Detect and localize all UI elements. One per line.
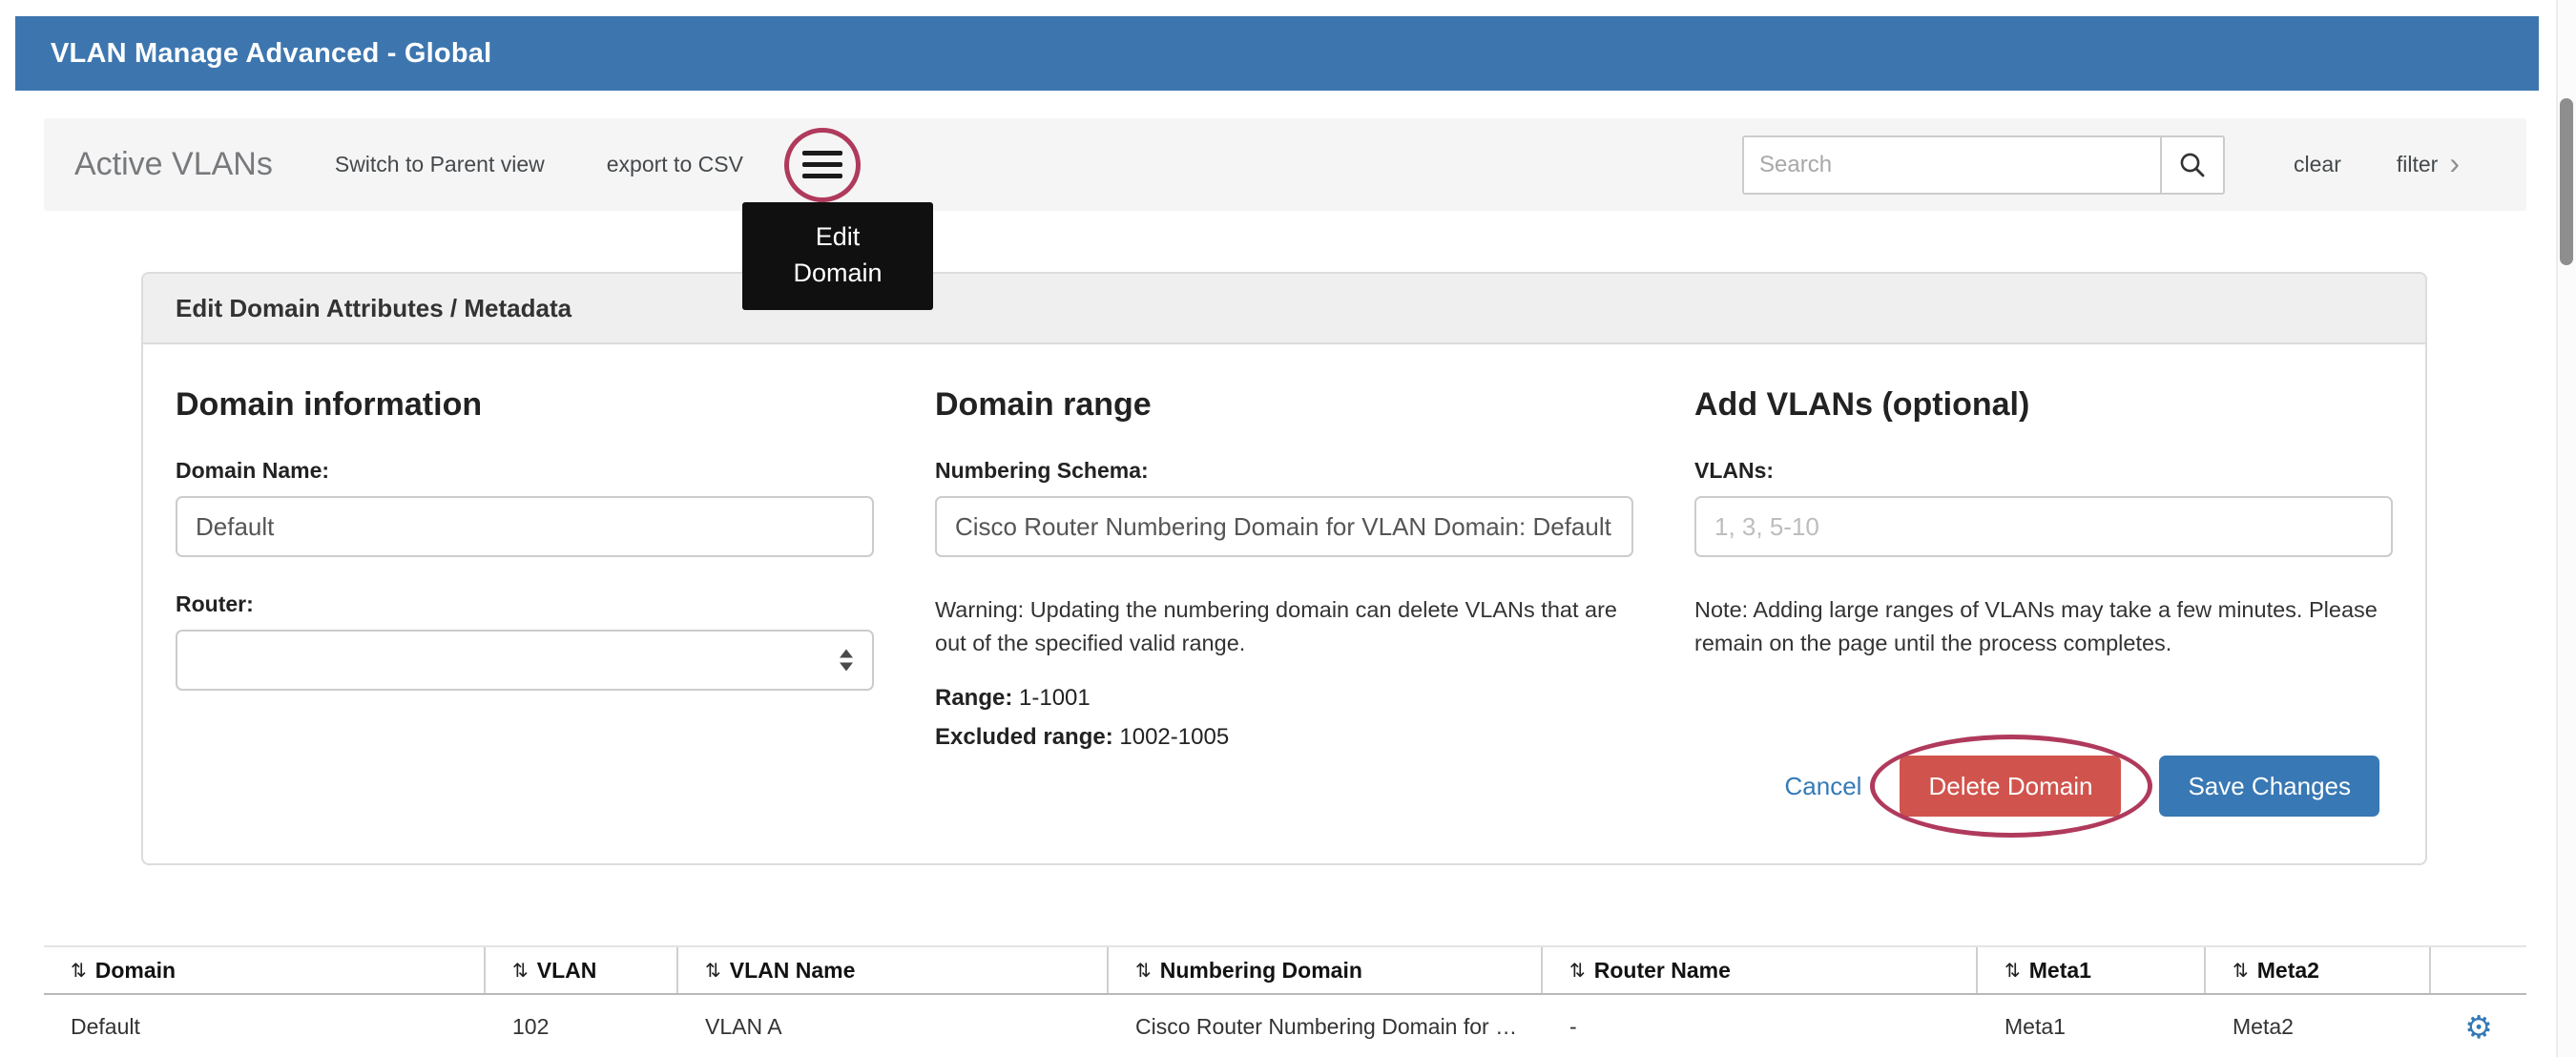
edit-domain-tooltip: Edit Domain: [742, 202, 933, 310]
toolbar: Active VLANs Switch to Parent view expor…: [44, 118, 2526, 211]
cancel-link[interactable]: Cancel: [1785, 772, 1862, 801]
column-header-vlan[interactable]: ⇅ VLAN: [486, 947, 678, 993]
numbering-schema-input[interactable]: [935, 496, 1633, 557]
sort-icon: ⇅: [2233, 959, 2249, 983]
sort-icon: ⇅: [705, 959, 721, 983]
gear-icon[interactable]: ⚙: [2464, 1011, 2493, 1043]
range-label: Range:: [935, 685, 1012, 711]
clear-link[interactable]: clear: [2294, 152, 2341, 177]
delete-domain-button[interactable]: Delete Domain: [1900, 756, 2121, 817]
cell-meta2: Meta2: [2206, 1014, 2431, 1040]
range-value: 1-1001: [1019, 685, 1091, 711]
search-icon: [2178, 151, 2207, 179]
column-header-meta2[interactable]: ⇅ Meta2: [2206, 947, 2431, 993]
edit-domain-menu-button[interactable]: [802, 151, 842, 178]
scrollbar-thumb[interactable]: [2560, 98, 2573, 265]
column-header-numbering-domain[interactable]: ⇅ Numbering Domain: [1109, 947, 1543, 993]
cell-domain: Default: [44, 1014, 486, 1040]
filter-link[interactable]: filter ›: [2397, 150, 2460, 180]
cell-vlan-name: VLAN A: [678, 1014, 1109, 1040]
search-group: [1742, 135, 2225, 195]
domain-range-heading: Domain range: [935, 386, 1633, 424]
sort-icon: ⇅: [1135, 959, 1152, 983]
column-header-actions: [2431, 947, 2526, 993]
app-title-bar: VLAN Manage Advanced - Global: [15, 16, 2539, 91]
cell-vlan: 102: [486, 1014, 678, 1040]
sort-icon: ⇅: [512, 959, 529, 983]
numbering-schema-label: Numbering Schema:: [935, 458, 1633, 484]
column-header-vlan-name[interactable]: ⇅ VLAN Name: [678, 947, 1109, 993]
chevron-right-icon: ›: [2449, 148, 2460, 178]
sort-icon: ⇅: [71, 959, 87, 983]
router-select[interactable]: [176, 630, 874, 691]
page-title: VLAN Manage Advanced - Global: [51, 38, 491, 70]
hamburger-icon: [802, 151, 842, 155]
filter-link-label: filter: [2397, 152, 2438, 177]
column-header-domain[interactable]: ⇅ Domain: [44, 947, 486, 993]
vlans-label: VLANs:: [1694, 458, 2393, 484]
panel-actions: Cancel Delete Domain Save Changes: [1785, 756, 2379, 817]
domain-information-heading: Domain information: [176, 386, 874, 424]
domain-range-section: Domain range Numbering Schema: Warning: …: [935, 371, 1633, 751]
vlan-table: ⇅ Domain ⇅ VLAN ⇅ VLAN Name ⇅ Numbering …: [44, 945, 2526, 1057]
cell-actions: ⚙: [2431, 1011, 2526, 1043]
table-row: Default 102 VLAN A Cisco Router Numberin…: [44, 995, 2526, 1057]
cell-numbering-domain: Cisco Router Numbering Domain for …: [1109, 1014, 1543, 1040]
domain-information-section: Domain information Domain Name: Router:: [176, 371, 874, 751]
vlans-input[interactable]: [1694, 496, 2393, 557]
sort-icon: ⇅: [2005, 959, 2021, 983]
cell-router-name: -: [1543, 1014, 1978, 1040]
excluded-range-line: Excluded range: 1002-1005: [935, 724, 1633, 751]
column-header-router-name[interactable]: ⇅ Router Name: [1543, 947, 1978, 993]
save-changes-button[interactable]: Save Changes: [2159, 756, 2379, 817]
add-vlans-heading: Add VLANs (optional): [1694, 386, 2393, 424]
domain-name-input[interactable]: [176, 496, 874, 557]
sort-icon: ⇅: [1569, 959, 1586, 983]
cell-meta1: Meta1: [1978, 1014, 2206, 1040]
up-down-arrows-icon: [840, 650, 853, 672]
search-input[interactable]: [1742, 135, 2162, 195]
numbering-warning-text: Warning: Updating the numbering domain c…: [935, 593, 1633, 660]
domain-name-label: Domain Name:: [176, 458, 874, 484]
excluded-range-label: Excluded range:: [935, 724, 1113, 750]
panel-title: Edit Domain Attributes / Metadata: [176, 294, 571, 323]
switch-to-parent-view-link[interactable]: Switch to Parent view: [335, 152, 545, 177]
vlans-note-text: Note: Adding large ranges of VLANs may t…: [1694, 593, 2393, 660]
table-header-row: ⇅ Domain ⇅ VLAN ⇅ VLAN Name ⇅ Numbering …: [44, 945, 2526, 995]
scrollbar-track: [2556, 0, 2576, 1057]
add-vlans-section: Add VLANs (optional) VLANs: Note: Adding…: [1694, 371, 2393, 751]
router-label: Router:: [176, 591, 874, 617]
export-to-csv-link[interactable]: export to CSV: [607, 152, 743, 177]
search-button[interactable]: [2162, 135, 2225, 195]
column-header-meta1[interactable]: ⇅ Meta1: [1978, 947, 2206, 993]
range-line: Range: 1-1001: [935, 685, 1633, 712]
panel-header: Edit Domain Attributes / Metadata: [143, 274, 2425, 344]
edit-domain-panel: Edit Domain Attributes / Metadata Domain…: [141, 272, 2427, 865]
excluded-range-value: 1002-1005: [1119, 724, 1229, 750]
active-vlans-title: Active VLANs: [74, 146, 273, 183]
